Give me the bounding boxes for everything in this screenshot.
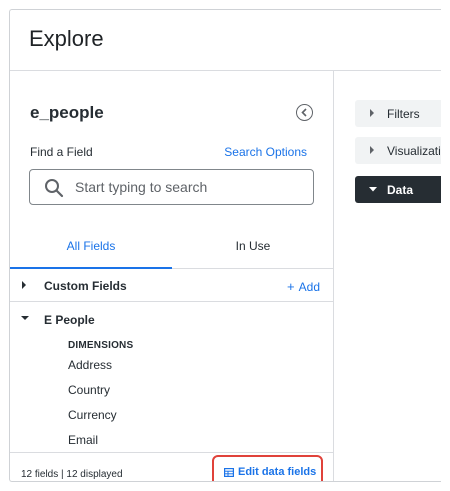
- filters-label: Filters: [387, 107, 420, 121]
- dimension-item-address[interactable]: Address: [68, 358, 112, 372]
- custom-fields-label: Custom Fields: [44, 279, 127, 293]
- dimensions-header: DIMENSIONS: [68, 340, 134, 351]
- search-box: [29, 169, 314, 205]
- caret-right-icon: [370, 109, 374, 117]
- tab-all-fields[interactable]: All Fields: [10, 229, 172, 269]
- caret-down-icon: [21, 316, 29, 320]
- edit-data-fields-button[interactable]: Edit data fields: [212, 455, 323, 481]
- search-input[interactable]: [75, 176, 305, 198]
- view-group-row[interactable]: E People: [10, 303, 334, 336]
- add-custom-field-button[interactable]: + Add: [287, 279, 320, 294]
- search-options-link[interactable]: Search Options: [224, 145, 307, 159]
- page-title: Explore: [29, 26, 104, 51]
- tab-in-use[interactable]: In Use: [172, 229, 334, 269]
- dimension-item-currency[interactable]: Currency: [68, 408, 117, 422]
- filters-section-toggle[interactable]: Filters: [355, 100, 441, 127]
- visualization-label: Visualization: [387, 144, 441, 158]
- explore-window: Explore e_people Find a Field Search Opt…: [9, 9, 441, 482]
- top-bar: Explore: [10, 10, 441, 71]
- field-count: 12 fields | 12 displayed: [21, 469, 123, 480]
- model-name: e_people: [30, 103, 104, 122]
- caret-right-icon: [370, 146, 374, 154]
- table-icon: [224, 468, 234, 477]
- field-tabs: All Fields In Use: [10, 229, 334, 269]
- custom-fields-row[interactable]: Custom Fields + Add: [10, 269, 334, 302]
- add-label: Add: [298, 280, 320, 294]
- caret-right-icon: [22, 281, 26, 289]
- visualization-section-toggle[interactable]: Visualization: [355, 137, 441, 164]
- dimension-item-email[interactable]: Email: [68, 433, 98, 447]
- search-icon: [45, 179, 64, 198]
- find-field-label: Find a Field: [30, 145, 93, 159]
- data-section-toggle[interactable]: Data: [355, 176, 441, 203]
- edit-data-fields-label: Edit data fields: [238, 466, 317, 478]
- plus-icon: +: [287, 279, 295, 294]
- dimension-item-country[interactable]: Country: [68, 383, 110, 397]
- view-group-label: E People: [44, 313, 95, 327]
- chevron-left-icon: [301, 107, 307, 117]
- caret-down-icon: [369, 187, 377, 192]
- collapse-panel-button[interactable]: [296, 104, 313, 121]
- field-picker-panel: e_people Find a Field Search Options All…: [10, 71, 334, 481]
- data-label: Data: [387, 183, 414, 197]
